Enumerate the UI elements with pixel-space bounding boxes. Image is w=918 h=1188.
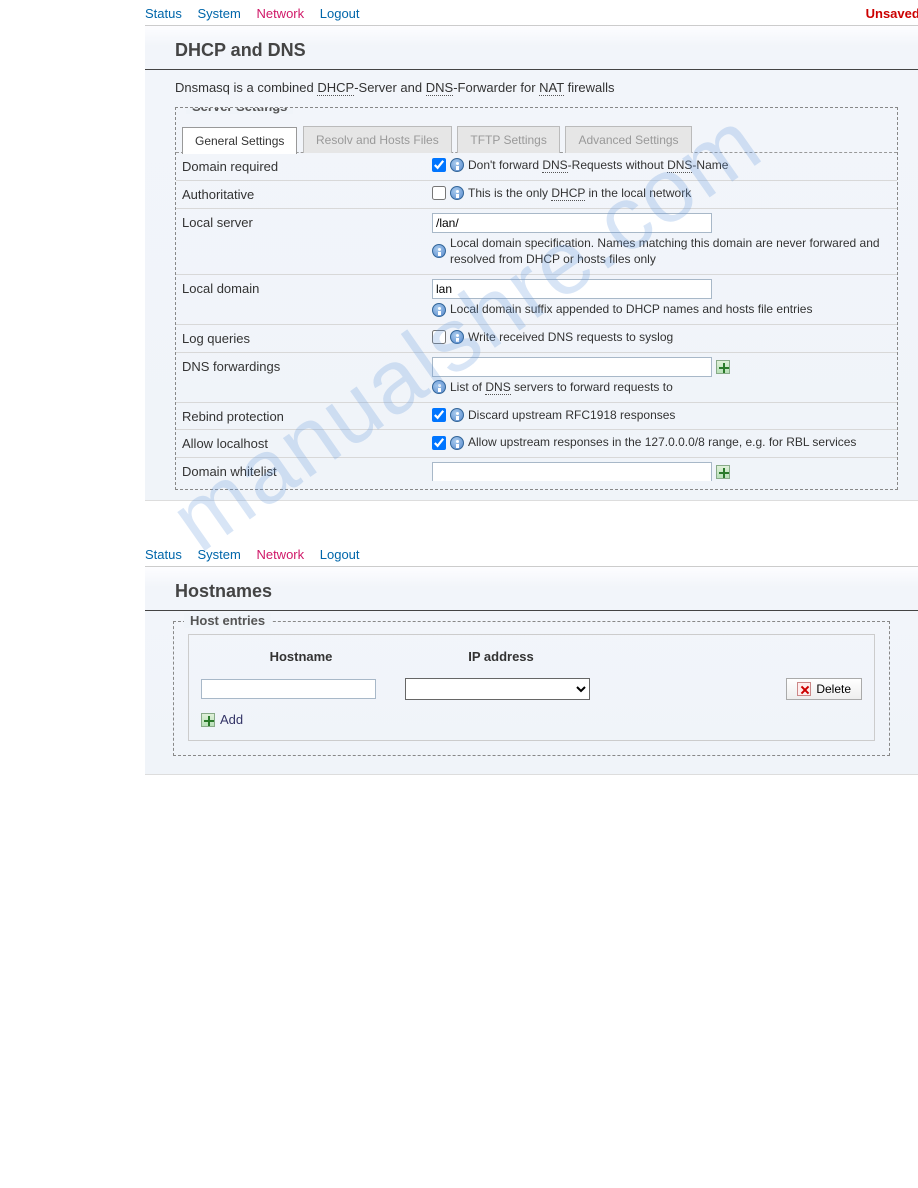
- add-icon[interactable]: [716, 360, 730, 374]
- page-title: DHCP and DNS: [145, 26, 918, 70]
- label-allow-localhost: Allow localhost: [182, 434, 432, 451]
- host-entries-table: Hostname IP address Delete Add: [188, 634, 875, 741]
- input-domain-whitelist[interactable]: [432, 462, 712, 481]
- tab-advanced[interactable]: Advanced Settings: [565, 126, 691, 153]
- row-local-domain: Local domain Local domain suffix appende…: [176, 274, 897, 324]
- delete-button[interactable]: Delete: [786, 678, 862, 700]
- checkbox-domain-required[interactable]: [432, 158, 446, 172]
- info-icon: [432, 380, 446, 394]
- label-authoritative: Authoritative: [182, 185, 432, 202]
- help-local-domain: Local domain suffix appended to DHCP nam…: [450, 301, 812, 318]
- input-local-server[interactable]: [432, 213, 712, 233]
- nav-logout[interactable]: Logout: [320, 6, 360, 21]
- label-domain-required: Domain required: [182, 157, 432, 174]
- label-local-server: Local server: [182, 213, 432, 230]
- row-dns-forwardings: DNS forwardings List of DNS servers to f…: [176, 352, 897, 402]
- info-icon: [450, 330, 464, 344]
- help-local-server: Local domain specification. Names matchi…: [450, 235, 891, 269]
- select-ip[interactable]: [405, 678, 590, 700]
- label-rebind: Rebind protection: [182, 407, 432, 424]
- help-domain-required: Don't forward DNS-Requests without DNS-N…: [468, 157, 728, 174]
- hostnames-screen: Status System Network Logout Hostnames H…: [0, 541, 918, 775]
- server-settings-fieldset: Server Settings General Settings Resolv …: [175, 107, 898, 490]
- delete-label: Delete: [816, 682, 851, 696]
- tab-bar: General Settings Resolv and Hosts Files …: [176, 122, 897, 153]
- unsaved-changes-link[interactable]: Unsaved Cha: [866, 6, 918, 21]
- nav-network[interactable]: Network: [256, 547, 304, 562]
- row-domain-whitelist: Domain whitelist: [176, 457, 897, 481]
- fieldset-legend: Host entries: [184, 613, 271, 628]
- info-icon: [432, 244, 446, 258]
- tab-general[interactable]: General Settings: [182, 127, 297, 154]
- table-header: Hostname IP address: [201, 645, 862, 678]
- add-button[interactable]: Add: [201, 712, 243, 727]
- delete-icon: [797, 682, 811, 696]
- row-authoritative: Authoritative This is the only DHCP in t…: [176, 180, 897, 208]
- label-domain-whitelist: Domain whitelist: [182, 462, 432, 479]
- help-dns-forwardings: List of DNS servers to forward requests …: [450, 379, 673, 396]
- info-icon: [450, 408, 464, 422]
- checkbox-authoritative[interactable]: [432, 186, 446, 200]
- table-row: Delete: [201, 678, 862, 700]
- label-dns-forwardings: DNS forwardings: [182, 357, 432, 374]
- row-local-server: Local server Local domain specification.…: [176, 208, 897, 275]
- label-local-domain: Local domain: [182, 279, 432, 296]
- add-label: Add: [220, 712, 243, 727]
- nav-system[interactable]: System: [197, 547, 240, 562]
- top-nav: Status System Network Logout Unsaved Cha: [145, 0, 918, 26]
- info-icon: [450, 186, 464, 200]
- nav-logout[interactable]: Logout: [320, 547, 360, 562]
- nav-system[interactable]: System: [197, 6, 240, 21]
- help-rebind: Discard upstream RFC1918 responses: [468, 407, 675, 424]
- input-local-domain[interactable]: [432, 279, 712, 299]
- add-icon[interactable]: [716, 465, 730, 479]
- checkbox-log-queries[interactable]: [432, 330, 446, 344]
- info-icon: [450, 158, 464, 172]
- checkbox-allow-localhost[interactable]: [432, 436, 446, 450]
- top-nav: Status System Network Logout: [145, 541, 918, 567]
- checkbox-rebind[interactable]: [432, 408, 446, 422]
- row-domain-required: Domain required Don't forward DNS-Reques…: [176, 152, 897, 180]
- tab-tftp[interactable]: TFTP Settings: [457, 126, 559, 153]
- host-entries-fieldset: Host entries Hostname IP address Delete: [173, 621, 890, 756]
- info-icon: [432, 303, 446, 317]
- col-ip-header: IP address: [401, 649, 601, 664]
- page-body: DHCP and DNS Dnsmasq is a combined DHCP-…: [145, 26, 918, 501]
- page-body: Hostnames Host entries Hostname IP addre…: [145, 567, 918, 775]
- row-allow-localhost: Allow localhost Allow upstream responses…: [176, 429, 897, 457]
- add-icon: [201, 713, 215, 727]
- input-dns-forwardings[interactable]: [432, 357, 712, 377]
- help-allow-localhost: Allow upstream responses in the 127.0.0.…: [468, 434, 856, 451]
- help-authoritative: This is the only DHCP in the local netwo…: [468, 185, 691, 202]
- nav-status[interactable]: Status: [145, 547, 182, 562]
- row-log-queries: Log queries Write received DNS requests …: [176, 324, 897, 352]
- nav-network[interactable]: Network: [256, 6, 304, 21]
- col-hostname-header: Hostname: [201, 649, 401, 664]
- dhcp-dns-screen: Status System Network Logout Unsaved Cha…: [0, 0, 918, 501]
- settings-rows: Domain required Don't forward DNS-Reques…: [176, 152, 897, 481]
- page-description: Dnsmasq is a combined DHCP-Server and DN…: [145, 80, 918, 107]
- tab-resolv[interactable]: Resolv and Hosts Files: [303, 126, 452, 153]
- input-hostname[interactable]: [201, 679, 376, 699]
- page-title: Hostnames: [145, 567, 918, 611]
- help-log-queries: Write received DNS requests to syslog: [468, 329, 673, 346]
- fieldset-legend: Server Settings: [186, 107, 293, 114]
- nav-status[interactable]: Status: [145, 6, 182, 21]
- label-log-queries: Log queries: [182, 329, 432, 346]
- info-icon: [450, 436, 464, 450]
- row-rebind: Rebind protection Discard upstream RFC19…: [176, 402, 897, 430]
